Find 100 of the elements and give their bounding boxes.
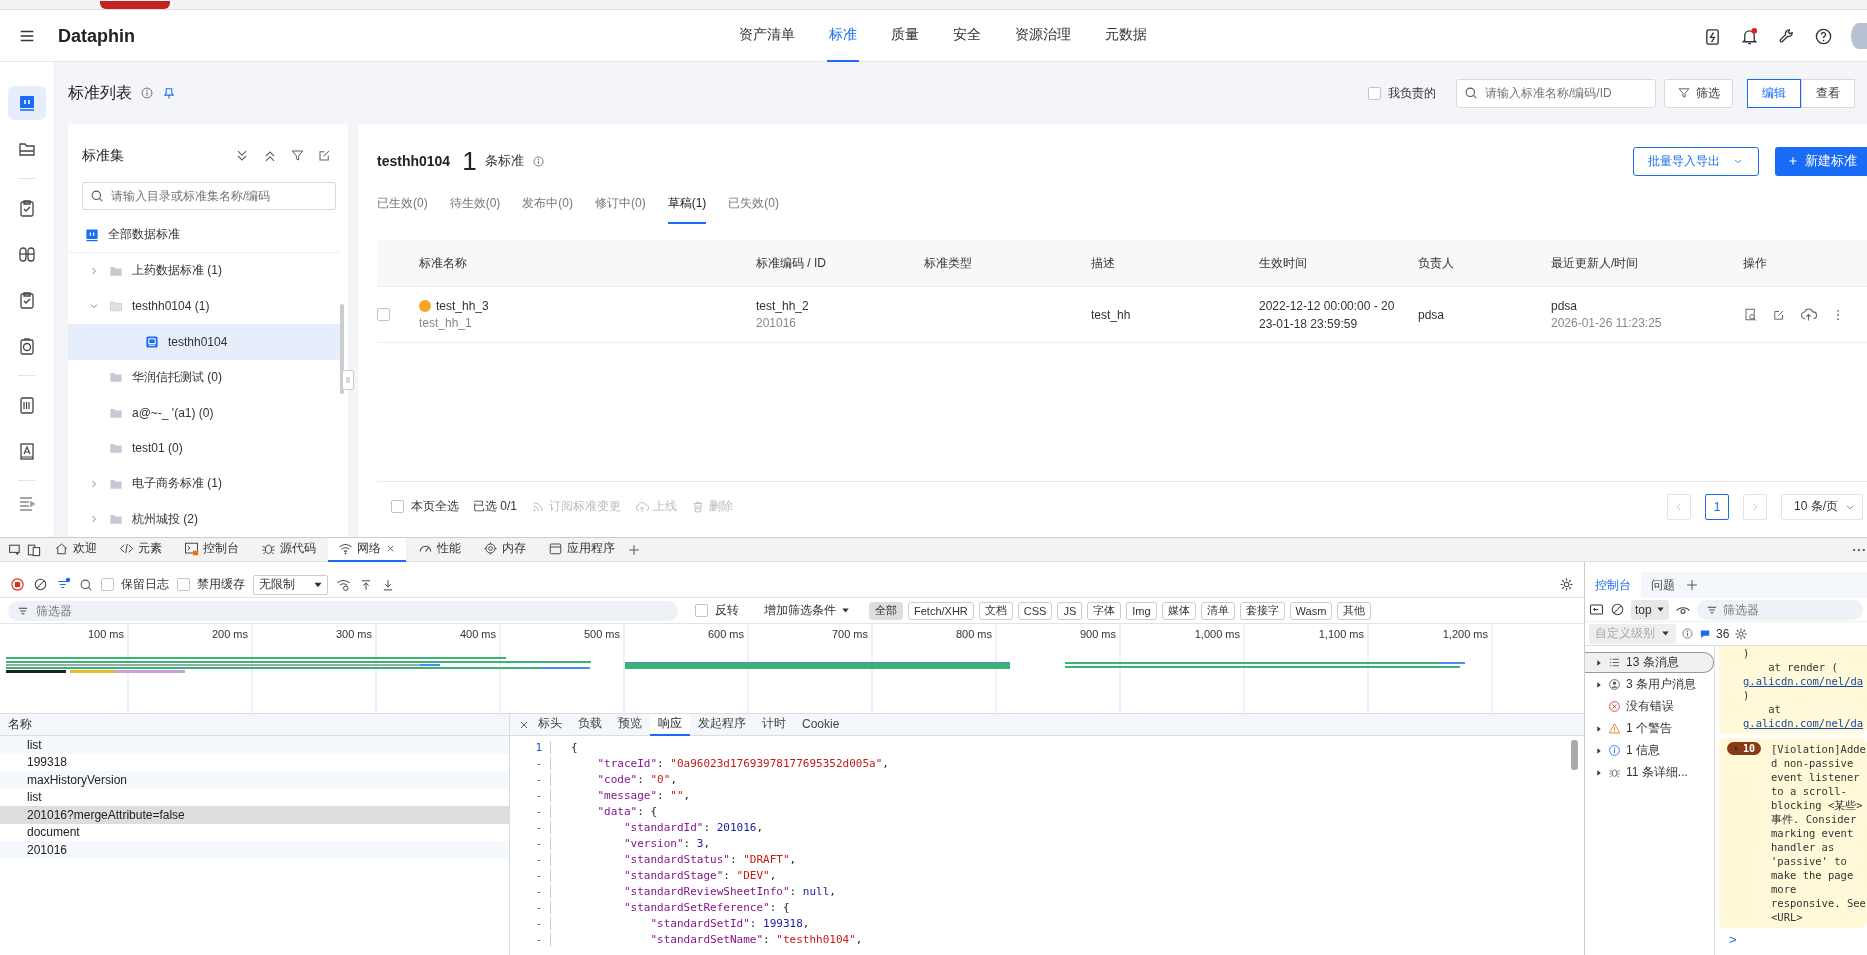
filter-icon[interactable] (290, 148, 305, 164)
checkbox[interactable] (177, 578, 190, 591)
tree-item[interactable]: test01 (0) (68, 430, 340, 467)
console-tab[interactable]: 控制台 (1585, 572, 1641, 598)
help-icon[interactable] (1814, 26, 1833, 46)
nav-link[interactable]: 资产清单 (736, 10, 797, 62)
panel-resize-handle[interactable] (342, 370, 354, 390)
status-tab[interactable]: 发布中(0) (522, 186, 573, 224)
tree-item[interactable]: 上药数据标准 (1) (68, 253, 340, 289)
search-field[interactable]: 筛选器 (8, 600, 678, 621)
checkbox[interactable] (101, 578, 114, 591)
info-icon[interactable] (1681, 627, 1694, 640)
request-row[interactable]: 201016 (0, 841, 509, 859)
clear-icon[interactable] (1610, 602, 1625, 617)
upload-icon[interactable] (359, 577, 373, 592)
nav-link[interactable]: 元数据 (1102, 10, 1149, 62)
page-size-select[interactable]: 10 条/页 (1781, 493, 1863, 520)
checkbox[interactable] (391, 500, 404, 513)
expand-triangle-icon[interactable] (1595, 724, 1603, 733)
tree-item[interactable]: a@~-_ '(a1) (0) (68, 395, 340, 431)
devtools-tab[interactable]: 应用程序 (538, 537, 625, 562)
devtools-tab[interactable]: 性能 (408, 537, 471, 562)
message-group-item[interactable]: 1 信息 (1585, 740, 1714, 761)
devtools-tab[interactable]: 源代码 (251, 537, 326, 562)
type-filter-chip[interactable]: 文档 (978, 601, 1013, 620)
nav-link[interactable]: 安全 (950, 10, 983, 62)
message-group-item[interactable]: 13 条消息 (1585, 652, 1714, 673)
source-link[interactable]: g.alicdn.com/nel/da (1743, 674, 1867, 688)
request-row[interactable]: document (0, 823, 509, 841)
detail-tab[interactable]: 标头 (530, 713, 570, 736)
devtools-tab[interactable]: 欢迎 (44, 537, 107, 562)
type-filter-chip[interactable]: JS (1057, 601, 1083, 620)
record-icon[interactable] (10, 577, 25, 592)
type-filter-chip[interactable]: 字体 (1087, 601, 1122, 620)
pin-icon[interactable] (162, 86, 176, 100)
filter-button[interactable]: 筛选 (1664, 78, 1733, 108)
detail-tab[interactable]: 发起程序 (690, 713, 754, 736)
settings-icon[interactable] (1559, 577, 1574, 592)
info-icon[interactable] (140, 86, 154, 100)
bell-icon[interactable] (1740, 26, 1759, 46)
type-filter-chip[interactable]: Wasm (1289, 601, 1333, 620)
tree-item[interactable]: 全部数据标准 (68, 217, 340, 254)
detail-tab[interactable]: 负载 (570, 713, 610, 736)
detail-tab[interactable]: 预览 (610, 713, 650, 736)
network-settings-icon[interactable] (336, 577, 351, 592)
checkbox[interactable] (695, 604, 708, 617)
tree-item[interactable]: 杭州城投 (2) (68, 501, 340, 538)
search-icon[interactable] (79, 577, 93, 592)
clear-icon[interactable] (33, 577, 48, 592)
mode-toggle[interactable]: 编辑 (1747, 78, 1801, 108)
view-icon[interactable] (1743, 307, 1758, 322)
request-row[interactable]: 201016?mergeAttribute=false (0, 806, 509, 824)
checkbox[interactable] (1368, 86, 1381, 100)
status-tab[interactable]: 已失效(0) (728, 186, 780, 224)
detail-tab[interactable]: Cookie (794, 713, 848, 736)
app-logo[interactable]: Dataphin (58, 25, 135, 47)
type-filter-chip[interactable]: 清单 (1200, 601, 1235, 620)
wrench-icon[interactable] (1777, 26, 1796, 46)
page-button[interactable]: 1 (1705, 493, 1729, 520)
type-filter-chip[interactable]: 媒体 (1161, 601, 1196, 620)
import-export-button[interactable]: 批量导入导出 (1633, 146, 1759, 176)
throttle-select[interactable]: 无限制 (253, 574, 328, 595)
tree-item[interactable]: 电子商务标准 (1) (68, 466, 340, 502)
context-select[interactable]: top (1631, 599, 1669, 620)
source-link[interactable]: g.alicdn.com/nel/da (1743, 716, 1867, 730)
add-filter-button[interactable]: 增加筛选条件 (758, 601, 856, 620)
standard-name-link[interactable]: test_hh_3 (436, 299, 489, 313)
expand-triangle-icon[interactable] (1595, 658, 1603, 667)
detail-tab[interactable]: 响应 (650, 713, 690, 736)
new-standard-button[interactable]: 新建标准 (1775, 146, 1867, 176)
download-icon[interactable] (381, 577, 395, 592)
status-tab[interactable]: 草稿(1) (667, 186, 707, 224)
devtools-tab[interactable]: 元素 (109, 537, 172, 562)
type-filter-chip[interactable]: 全部 (869, 601, 903, 620)
nav-rail-item[interactable] (8, 86, 46, 120)
message-group-item[interactable]: 1 个警告 (1585, 718, 1714, 739)
devtools-tab[interactable]: 内存 (473, 537, 536, 562)
tree-item[interactable]: 华润信托测试 (0) (68, 359, 340, 396)
request-row[interactable]: maxHistoryVersion (0, 771, 509, 789)
search-field[interactable]: 请输入标准名称/编码/ID (1456, 78, 1656, 108)
scrollbar[interactable] (340, 304, 344, 394)
search-field[interactable]: 筛选器 (1696, 599, 1863, 620)
status-tab[interactable]: 修订中(0) (595, 186, 646, 224)
status-tab[interactable]: 已生效(0) (377, 186, 428, 224)
detail-tab[interactable]: 计时 (754, 713, 794, 736)
message-group-item[interactable]: 没有错误 (1585, 696, 1714, 717)
nav-link[interactable]: 资源治理 (1012, 10, 1073, 62)
bolt-icon[interactable] (1703, 26, 1722, 46)
request-row[interactable]: list (0, 788, 509, 806)
type-filter-chip[interactable]: 套接字 (1239, 601, 1285, 620)
nav-link[interactable]: 质量 (888, 10, 921, 62)
mode-toggle[interactable]: 查看 (1801, 78, 1855, 108)
expand-triangle-icon[interactable] (1595, 768, 1603, 777)
type-filter-chip[interactable]: Fetch/XHR (908, 601, 974, 620)
devtools-tab[interactable]: 控制台 (174, 537, 249, 562)
tree-item[interactable]: testhh0104 (1) (68, 288, 340, 325)
devtools-tab[interactable]: 网络 (328, 537, 406, 562)
request-row[interactable]: 199318 (0, 753, 509, 771)
search-field[interactable]: 请输入目录或标准集名称/编码 (82, 181, 336, 210)
close-icon[interactable] (385, 543, 396, 554)
